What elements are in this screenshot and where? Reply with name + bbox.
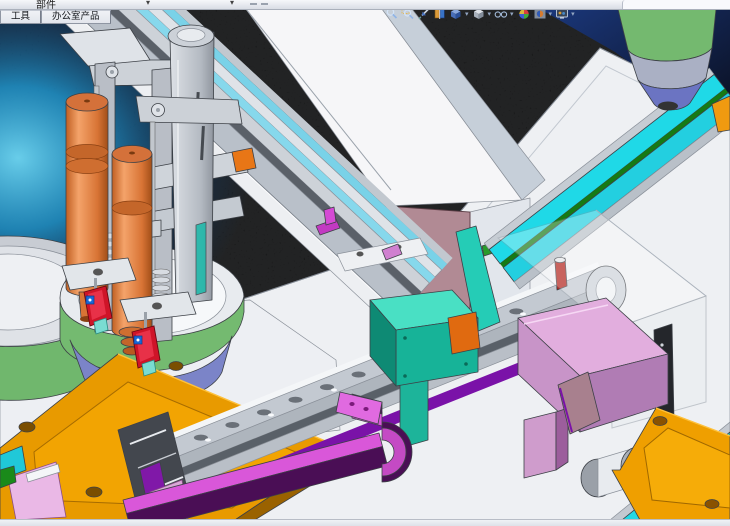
graphics-area[interactable]: [0, 9, 730, 520]
display-style-caret[interactable]: ▾: [488, 10, 492, 18]
command-tabs: 工具 办公室产品: [0, 10, 111, 24]
assembly-3d-scene[interactable]: [0, 9, 730, 520]
view-settings-caret[interactable]: ▾: [571, 10, 575, 18]
hide-show-items-caret[interactable]: ▾: [510, 10, 514, 18]
menu-dropdown-caret[interactable]: ▾: [146, 0, 150, 7]
toolbar-fragment: [250, 3, 257, 5]
status-bar: [0, 519, 730, 526]
cad-application-window: ▾ ▾ ▾ ▾ ▾ 部件 ▾ ▾ 工具 办公室产品: [0, 0, 730, 526]
tower-bracket-orange: [232, 148, 256, 172]
tab-office-products[interactable]: 办公室产品: [41, 10, 111, 24]
menu-item-part[interactable]: 部件: [36, 0, 56, 10]
menu-strip: 部件 ▾ ▾: [0, 0, 730, 10]
task-pane-edge: [622, 0, 730, 10]
z-axis-actuator[interactable]: [170, 32, 214, 304]
motor-clamp-orange: [448, 312, 480, 354]
tab-tools[interactable]: 工具: [0, 10, 41, 24]
view-orientation-caret[interactable]: ▾: [465, 10, 469, 18]
apply-scene-caret[interactable]: ▾: [549, 10, 553, 18]
menu-dropdown-caret[interactable]: ▾: [230, 0, 234, 7]
toolbar-fragment: [261, 3, 268, 5]
